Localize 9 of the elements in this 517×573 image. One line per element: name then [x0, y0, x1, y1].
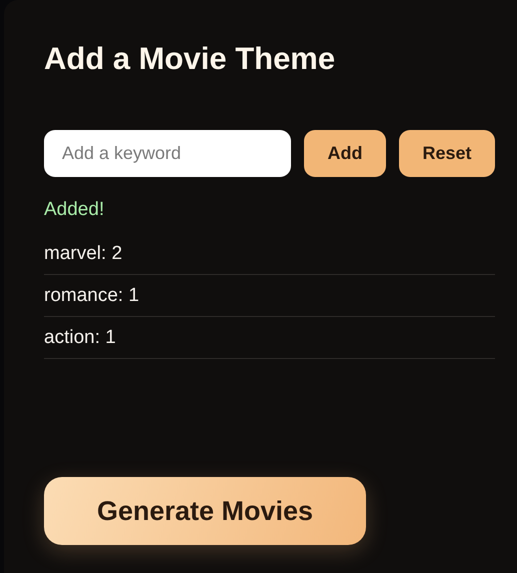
- status-message: Added!: [44, 199, 106, 221]
- keyword-count-row: action: 1: [44, 317, 495, 359]
- page-title: Add a Movie Theme: [44, 40, 336, 78]
- keyword-input-field[interactable]: Add a keyword: [44, 130, 291, 177]
- generate-movies-button[interactable]: Generate Movies: [44, 477, 366, 545]
- add-button[interactable]: Add: [304, 130, 386, 177]
- keyword-count-row: romance: 1: [44, 275, 495, 317]
- keyword-count-row: marvel: 2: [44, 233, 495, 275]
- reset-button[interactable]: Reset: [399, 130, 495, 177]
